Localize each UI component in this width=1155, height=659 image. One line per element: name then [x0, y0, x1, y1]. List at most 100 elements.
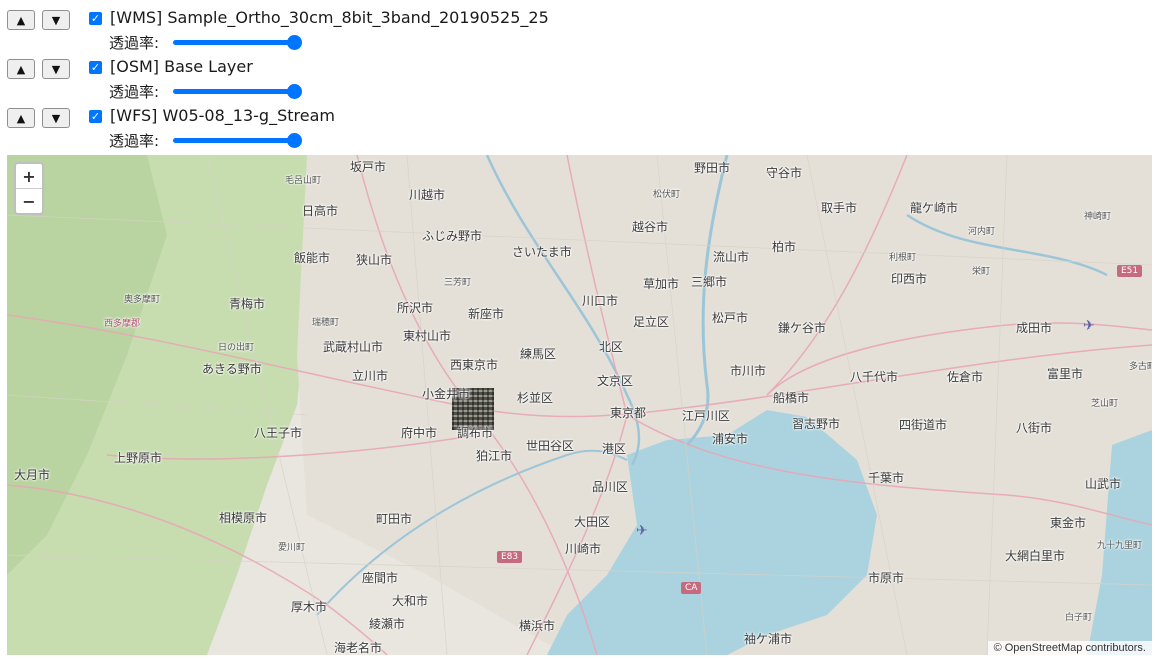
place-label: 立川市 [352, 369, 389, 383]
place-label: 東村山市 [403, 329, 452, 343]
airport-icon: ✈ [636, 523, 648, 539]
place-label: 成田市 [1016, 321, 1053, 335]
layer-visibility-checkbox[interactable]: ✓ [89, 12, 102, 25]
place-label: 取手市 [821, 201, 858, 215]
place-label: 品川区 [592, 480, 629, 494]
place-label: 西多摩郡 [104, 319, 141, 329]
place-label: 習志野市 [792, 417, 841, 431]
place-label: 府中市 [401, 426, 438, 440]
slider-track [173, 138, 293, 143]
slider-thumb[interactable] [287, 84, 302, 99]
move-down-button[interactable]: ▼ [42, 10, 70, 30]
place-label: 鎌ケ谷市 [778, 321, 827, 335]
slider-track [173, 40, 293, 45]
place-label: 多古町 [1129, 362, 1152, 372]
place-label: ふじみ野市 [422, 229, 483, 243]
place-label: 市原市 [868, 571, 905, 585]
place-label: 大月市 [14, 468, 51, 482]
layer-control-2: ▲ ▼ ✓ [OSM] Base Layer 透過率: [7, 56, 607, 102]
move-down-button[interactable]: ▼ [42, 108, 70, 128]
place-label: 小金井市 [422, 387, 471, 401]
layer-visibility-checkbox[interactable]: ✓ [89, 61, 102, 74]
map-view[interactable]: + − 坂戸市 毛呂山町 川越市 野田市 守谷市 松伏町 日高市 取手市 龍ケ崎… [7, 155, 1152, 655]
place-label: 佐倉市 [947, 370, 984, 384]
place-label: 三芳町 [444, 278, 472, 288]
place-label: 大和市 [392, 594, 429, 608]
place-label: 松戸市 [712, 311, 749, 325]
layer-name: [WFS] W05-08_13-g_Stream [110, 106, 335, 125]
place-label: 九十九里町 [1097, 541, 1143, 551]
place-label: 八王子市 [254, 426, 303, 440]
place-label: 奥多摩町 [124, 295, 161, 305]
place-label: 北区 [599, 340, 624, 354]
place-label: 守谷市 [766, 166, 803, 180]
place-label: 港区 [602, 442, 627, 456]
opacity-label: 透過率: [109, 132, 160, 150]
place-label: 厚木市 [291, 600, 328, 614]
place-label: 越谷市 [632, 220, 669, 234]
place-label: 利根町 [889, 253, 917, 263]
road-shield: CA [681, 582, 702, 594]
move-down-button[interactable]: ▼ [42, 59, 70, 79]
layer-name: [OSM] Base Layer [110, 57, 253, 76]
zoom-control: + − [14, 162, 44, 215]
slider-thumb[interactable] [287, 133, 302, 148]
move-up-button[interactable]: ▲ [7, 10, 35, 30]
opacity-slider[interactable] [173, 83, 302, 99]
place-label: 新座市 [468, 307, 505, 321]
place-label: 海老名市 [334, 641, 383, 655]
place-label: 八千代市 [850, 370, 899, 384]
place-label: 市川市 [730, 364, 767, 378]
place-label: 狭山市 [356, 253, 393, 267]
road-shield: E83 [497, 551, 523, 563]
opacity-label: 透過率: [109, 34, 160, 52]
slider-track [173, 89, 293, 94]
slider-thumb[interactable] [287, 35, 302, 50]
place-label: 柏市 [772, 240, 797, 254]
layer-visibility-checkbox[interactable]: ✓ [89, 110, 102, 123]
move-up-button[interactable]: ▲ [7, 108, 35, 128]
place-label: 綾瀬市 [369, 617, 406, 631]
place-label: 武蔵村山市 [323, 340, 384, 354]
move-up-button[interactable]: ▲ [7, 59, 35, 79]
place-label: 流山市 [713, 250, 750, 264]
place-label: 河内町 [968, 227, 996, 237]
zoom-in-button[interactable]: + [16, 164, 42, 189]
place-label: 川口市 [582, 294, 619, 308]
road-shield: E51 [1117, 265, 1143, 277]
place-label: 足立区 [633, 315, 670, 329]
place-label: 野田市 [694, 161, 731, 175]
place-label: 浦安市 [712, 432, 749, 446]
layer-control-1: ▲ ▼ ✓ [WMS] Sample_Ortho_30cm_8bit_3band… [7, 7, 607, 53]
place-label: 瑞穂町 [312, 318, 340, 328]
place-label: 富里市 [1047, 367, 1084, 381]
place-label: 草加市 [643, 277, 680, 291]
place-label: 白子町 [1065, 613, 1093, 623]
place-label: 坂戸市 [350, 160, 387, 174]
opacity-slider[interactable] [173, 132, 302, 148]
place-label: 三郷市 [691, 275, 728, 289]
place-label: 神崎町 [1084, 212, 1112, 222]
place-label: 川崎市 [565, 542, 602, 556]
zoom-out-button[interactable]: − [16, 189, 42, 213]
place-label: 調布市 [457, 426, 494, 440]
place-label: 飯能市 [294, 251, 331, 265]
place-label: 栄町 [972, 267, 991, 277]
place-label: 狛江市 [476, 449, 513, 463]
place-label: 山武市 [1085, 477, 1122, 491]
place-label: あきる野市 [202, 362, 262, 376]
place-label: 東京都 [610, 406, 647, 420]
place-label: 文京区 [597, 374, 634, 388]
place-label: 船橋市 [773, 391, 810, 405]
airport-icon: ✈ [1083, 318, 1095, 334]
opacity-label: 透過率: [109, 83, 160, 101]
place-label: 西東京市 [450, 358, 499, 372]
place-label: 日の出町 [218, 343, 255, 353]
place-label: 大田区 [574, 515, 611, 529]
place-label: 所沢市 [397, 301, 434, 315]
opacity-slider[interactable] [173, 34, 302, 50]
place-label: 袖ケ浦市 [744, 632, 793, 646]
place-label: 杉並区 [517, 391, 554, 405]
map-attribution[interactable]: © OpenStreetMap contributors. [987, 641, 1152, 655]
place-label: 千葉市 [868, 471, 905, 485]
